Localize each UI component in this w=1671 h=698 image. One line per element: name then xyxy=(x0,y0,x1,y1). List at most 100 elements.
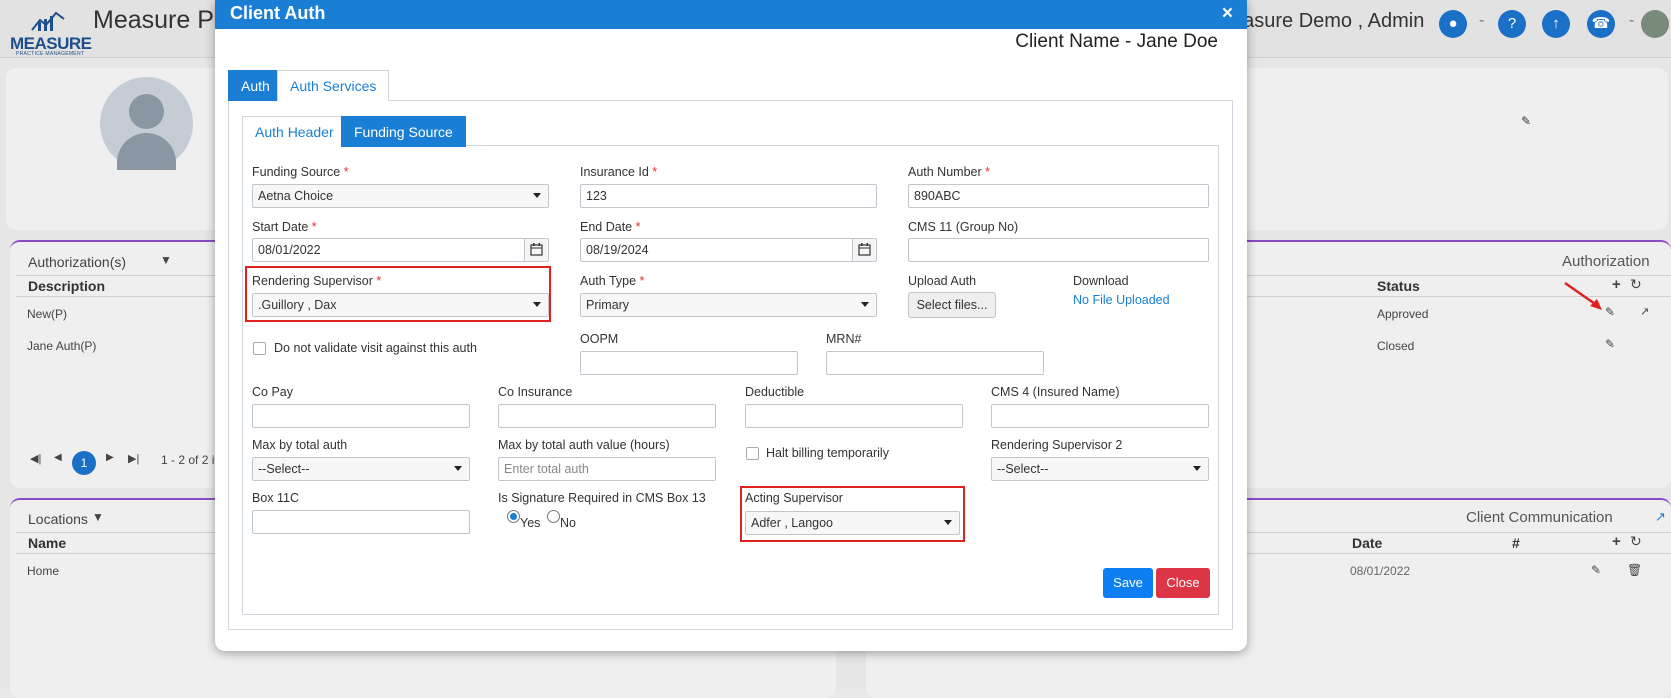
tab-auth[interactable]: Auth xyxy=(228,70,283,101)
auth-right-heading: Authorization xyxy=(1562,253,1650,270)
col-hash: # xyxy=(1512,535,1520,551)
end-date-label: End Date * xyxy=(580,220,641,234)
chevron-down-icon[interactable]: ▼ xyxy=(160,253,172,267)
signature-no-radio[interactable] xyxy=(547,510,560,523)
external-link-icon[interactable]: ↗ xyxy=(1640,305,1649,318)
signature-yes-radio[interactable] xyxy=(507,510,520,523)
acting-supervisor-select[interactable]: Adfer , Langoo xyxy=(745,511,960,535)
calendar-icon[interactable] xyxy=(524,239,548,261)
deductible-label: Deductible xyxy=(745,385,805,399)
edit-icon[interactable]: ✎ xyxy=(1591,563,1601,577)
header-divider: - xyxy=(1479,12,1485,29)
user-avatar[interactable] xyxy=(1641,10,1669,38)
close-button[interactable]: Close xyxy=(1156,568,1210,598)
edit-icon[interactable]: ✎ xyxy=(1605,305,1615,319)
prev-page-icon[interactable]: ◀ xyxy=(54,452,62,463)
auth-row-description: Jane Auth(P) xyxy=(27,339,97,353)
locations-heading[interactable]: Locations xyxy=(28,511,88,527)
profile-avatar xyxy=(100,77,193,170)
oopm-label: OOPM xyxy=(580,332,619,346)
auth-row-description: New(P) xyxy=(27,307,68,321)
oopm-field[interactable] xyxy=(580,351,798,375)
auth-row-status: Approved xyxy=(1377,307,1429,321)
pager-info: 1 - 2 of 2 it xyxy=(161,453,218,467)
header-divider: - xyxy=(1629,12,1635,29)
box11c-field[interactable] xyxy=(252,510,470,534)
chevron-down-icon xyxy=(944,520,952,525)
phone-icon[interactable]: ☎ xyxy=(1587,10,1615,38)
auth-number-label: Auth Number * xyxy=(908,165,991,179)
rendering-supervisor-select[interactable]: .Guillory , Dax xyxy=(252,293,549,317)
box11c-label: Box 11C xyxy=(252,491,300,505)
funding-source-label: Funding Source * xyxy=(252,165,349,179)
chevron-down-icon xyxy=(533,302,541,307)
first-page-icon[interactable]: ◀| xyxy=(30,452,41,465)
col-date: Date xyxy=(1352,535,1383,551)
refresh-icon[interactable]: ↻ xyxy=(1630,276,1642,293)
mrn-label: MRN# xyxy=(826,332,862,346)
halt-billing-label: Halt billing temporarily xyxy=(766,446,889,460)
save-button[interactable]: Save xyxy=(1103,568,1153,598)
max-total-auth-hours-field[interactable]: Enter total auth xyxy=(498,457,716,481)
client-auth-modal: Client Auth × Client Name - Jane Doe Aut… xyxy=(215,0,1247,651)
co-insurance-field[interactable] xyxy=(498,404,716,428)
chevron-down-icon xyxy=(454,466,462,471)
signature-yes-label: Yes xyxy=(520,516,541,530)
auth-row-status: Closed xyxy=(1377,339,1415,353)
modal-title: Client Auth xyxy=(230,3,326,23)
auth-section-heading[interactable]: Authorization(s) xyxy=(28,254,126,270)
cms4-label: CMS 4 (Insured Name) xyxy=(991,385,1120,399)
refresh-icon[interactable]: ↻ xyxy=(1630,533,1642,550)
next-page-icon[interactable]: ▶ xyxy=(106,452,114,463)
co-pay-field[interactable] xyxy=(252,404,470,428)
help-icon[interactable]: ? xyxy=(1498,10,1526,38)
auth-type-select[interactable]: Primary xyxy=(580,293,877,317)
upload-icon[interactable]: ↑ xyxy=(1542,10,1570,38)
pager-current[interactable]: 1 xyxy=(72,451,96,475)
funding-source-select[interactable]: Aetna Choice xyxy=(252,184,549,208)
communication-row-date: 08/01/2022 xyxy=(1350,564,1411,578)
start-date-field[interactable]: 08/01/2022 xyxy=(252,238,549,262)
app-logo: MEASURE PRACTICE MANAGEMENT xyxy=(4,10,92,57)
no-validate-checkbox[interactable] xyxy=(253,342,266,355)
auth-type-label: Auth Type * xyxy=(580,274,645,288)
expand-icon[interactable]: ↗ xyxy=(1655,509,1666,525)
rendering-supervisor2-label: Rendering Supervisor 2 xyxy=(991,438,1123,452)
add-icon[interactable]: + xyxy=(1612,533,1621,550)
max-total-auth-select[interactable]: --Select-- xyxy=(252,457,470,481)
add-icon[interactable]: + xyxy=(1612,276,1621,293)
no-file-uploaded-link[interactable]: No File Uploaded xyxy=(1073,293,1170,307)
bell-icon[interactable]: ● xyxy=(1439,10,1467,38)
co-pay-label: Co Pay xyxy=(252,385,293,399)
last-page-icon[interactable]: ▶| xyxy=(128,452,139,465)
insurance-id-label: Insurance Id * xyxy=(580,165,658,179)
co-insurance-label: Co Insurance xyxy=(498,385,573,399)
edit-profile-icon[interactable]: ✎ xyxy=(1521,114,1531,128)
select-files-button[interactable]: Select files... xyxy=(908,292,996,318)
tab-auth-header[interactable]: Auth Header xyxy=(242,116,347,147)
communication-heading: Client Communication xyxy=(1466,509,1613,526)
chevron-down-icon xyxy=(533,193,541,198)
close-icon[interactable]: × xyxy=(1222,4,1233,23)
signature-no-label: No xyxy=(560,516,576,530)
logo-subtext: PRACTICE MANAGEMENT xyxy=(16,51,85,57)
cms4-field[interactable] xyxy=(991,404,1209,428)
rendering-supervisor2-select[interactable]: --Select-- xyxy=(991,457,1209,481)
chevron-down-icon xyxy=(861,302,869,307)
tab-auth-services[interactable]: Auth Services xyxy=(277,70,390,101)
deductible-field[interactable] xyxy=(745,404,963,428)
rendering-supervisor-label: Rendering Supervisor * xyxy=(252,274,382,288)
no-validate-label: Do not validate visit against this auth xyxy=(274,341,477,355)
cms11-field[interactable] xyxy=(908,238,1209,262)
halt-billing-checkbox[interactable] xyxy=(746,447,759,460)
acting-supervisor-label: Acting Supervisor xyxy=(745,491,843,505)
tab-funding-source[interactable]: Funding Source xyxy=(341,116,466,147)
trash-icon[interactable]: 🗑 xyxy=(1627,563,1642,577)
edit-icon[interactable]: ✎ xyxy=(1605,337,1615,351)
calendar-icon[interactable] xyxy=(852,239,876,261)
auth-number-field[interactable]: 890ABC xyxy=(908,184,1209,208)
end-date-field[interactable]: 08/19/2024 xyxy=(580,238,877,262)
insurance-id-field[interactable]: 123 xyxy=(580,184,877,208)
chevron-down-icon[interactable]: ▼ xyxy=(92,510,104,524)
mrn-field[interactable] xyxy=(826,351,1044,375)
